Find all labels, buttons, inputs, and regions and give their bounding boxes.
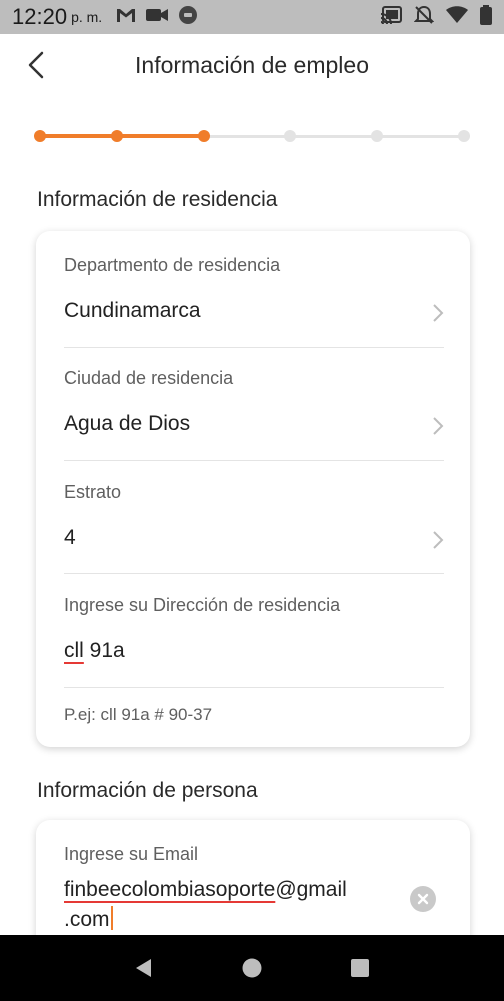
chevron-right-icon[interactable] bbox=[432, 303, 444, 323]
email-value-domain: @gmail bbox=[275, 878, 347, 901]
email-label: Ingrese su Email bbox=[64, 844, 199, 864]
city-value: Agua de Dios bbox=[64, 412, 191, 435]
battery-icon bbox=[480, 4, 492, 30]
department-value: Cundinamarca bbox=[64, 299, 201, 322]
email-value-tld: .com bbox=[64, 908, 110, 931]
stratum-select[interactable]: 4 bbox=[64, 526, 444, 550]
system-nav-bar bbox=[0, 935, 504, 1001]
app-bar: Información de empleo bbox=[0, 34, 504, 96]
cast-icon bbox=[380, 5, 402, 29]
stratum-label: Estrato bbox=[64, 482, 122, 502]
text-caret bbox=[110, 906, 113, 930]
chevron-right-icon[interactable] bbox=[432, 416, 444, 436]
person-card: Ingrese su Email finbeecolombiasoporte@g… bbox=[36, 820, 470, 935]
nav-back-button[interactable] bbox=[130, 954, 158, 982]
step-dot bbox=[458, 130, 470, 142]
address-input[interactable]: cll 91a bbox=[64, 639, 444, 663]
progress-stepper bbox=[34, 126, 470, 146]
city-select[interactable]: Agua de Dios bbox=[64, 412, 444, 436]
divider bbox=[64, 460, 444, 461]
triangle-back-icon bbox=[136, 959, 151, 977]
back-button[interactable] bbox=[20, 48, 52, 82]
residence-card: Departmento de residencia Cundinamarca C… bbox=[36, 231, 470, 747]
nav-home-button[interactable] bbox=[238, 954, 266, 982]
step-dot bbox=[371, 130, 383, 142]
department-select[interactable]: Cundinamarca bbox=[64, 299, 444, 323]
circle-home-icon bbox=[242, 958, 262, 978]
status-time: 12:20 bbox=[12, 4, 68, 29]
status-right-icons bbox=[380, 4, 492, 30]
record-icon bbox=[178, 5, 198, 30]
wifi-icon bbox=[446, 5, 468, 29]
email-input[interactable]: finbeecolombiasoporte@gmail .com bbox=[64, 876, 404, 935]
chevron-left-icon bbox=[28, 51, 44, 79]
app-screen: Información de empleo Información de res… bbox=[0, 34, 504, 935]
divider bbox=[64, 347, 444, 348]
nav-recents-button[interactable] bbox=[346, 954, 374, 982]
address-value-rest: 91a bbox=[83, 639, 125, 662]
status-left-icons bbox=[116, 5, 198, 30]
status-ampm: p. m. bbox=[71, 9, 103, 25]
department-label: Departmento de residencia bbox=[64, 255, 281, 275]
divider bbox=[64, 687, 444, 688]
city-label: Ciudad de residencia bbox=[64, 368, 234, 388]
address-label: Ingrese su Dirección de residencia bbox=[64, 595, 341, 615]
divider bbox=[64, 573, 444, 574]
mute-bell-icon bbox=[413, 5, 435, 30]
status-bar: 12:20 p. m. bbox=[0, 0, 504, 34]
person-section-title: Información de persona bbox=[37, 779, 258, 802]
step-dot bbox=[198, 130, 210, 142]
close-icon bbox=[417, 893, 429, 905]
step-dot bbox=[284, 130, 296, 142]
clear-email-button[interactable] bbox=[410, 886, 436, 912]
step-dot bbox=[111, 130, 123, 142]
page-title: Información de empleo bbox=[135, 51, 369, 78]
square-recents-icon bbox=[351, 959, 369, 977]
stratum-value: 4 bbox=[64, 526, 76, 549]
step-dot bbox=[34, 130, 46, 142]
address-value-word: cll bbox=[64, 639, 84, 662]
gmail-icon bbox=[116, 7, 136, 28]
video-icon bbox=[146, 8, 169, 27]
residence-section-title: Información de residencia bbox=[37, 188, 278, 211]
email-value-user: finbeecolombiasoporte bbox=[64, 878, 276, 901]
chevron-right-icon[interactable] bbox=[432, 530, 444, 550]
address-hint: P.ej: cll 91a # 90-37 bbox=[64, 705, 213, 724]
